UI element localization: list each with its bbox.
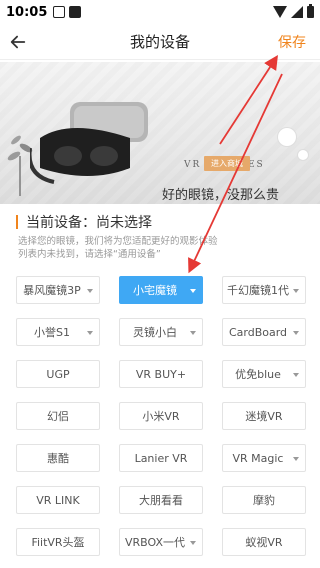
device-option-label: 小宅魔镜 <box>133 284 177 297</box>
battery-icon <box>307 4 314 18</box>
wifi-icon <box>273 6 287 18</box>
page-title: 我的设备 <box>129 33 190 51</box>
status-bar: 10:05 <box>0 0 320 24</box>
device-option-label: VRBOX一代 <box>124 536 185 549</box>
device-option-label: 幻侣 <box>47 410 69 423</box>
device-grid: 暴风魔镜3P 小宅魔镜 千幻魔镜1代小誉S1 灵镜小白 CardBoard UGP VR B… <box>16 276 306 568</box>
status-time: 10:05 <box>6 4 48 20</box>
device-option[interactable]: 千幻魔镜1代 <box>222 276 306 304</box>
device-option[interactable]: FiitVR头盔 <box>16 528 100 556</box>
current-device-title: 当前设备：尚未选择 <box>26 215 152 231</box>
caret-down-icon[interactable] <box>293 331 299 335</box>
section-accent-bar <box>16 215 18 229</box>
device-row: 惠酷 Lanier VR VR Magic <box>16 444 306 472</box>
promo-banner[interactable]: VR GLASSES 好的眼镜，没那么贵 <box>0 62 320 204</box>
device-option-label: 优免blue <box>235 368 281 381</box>
caret-down-icon[interactable] <box>293 289 299 293</box>
device-row: FiitVR头盔 VRBOX一代 蚁视VR <box>16 528 306 556</box>
device-row: VR LINK 大朋看看 摩豹 <box>16 486 306 514</box>
device-option[interactable]: 幻侣 <box>16 402 100 430</box>
device-option[interactable]: 大朋看看 <box>119 486 203 514</box>
back-button[interactable] <box>0 24 36 60</box>
device-option-label: 小誉S1 <box>34 326 70 339</box>
device-option-label: VR Magic <box>232 451 284 465</box>
device-option[interactable]: 摩豹 <box>222 486 306 514</box>
device-option[interactable]: 灵镜小白 <box>119 318 203 346</box>
device-option-label: Lanier VR <box>134 451 188 465</box>
caret-down-icon[interactable] <box>293 457 299 461</box>
device-row: 小誉S1 灵镜小白 CardBoard <box>16 318 306 346</box>
decoration-bubble <box>298 150 308 160</box>
device-option-label: FiitVR头盔 <box>31 536 85 549</box>
device-row: 幻侣 小米VR 迷境VR <box>16 402 306 430</box>
app-header: 我的设备 保存 <box>0 24 320 60</box>
decoration-bubble <box>278 128 296 146</box>
current-device-section: 当前设备：尚未选择 选择您的眼镜，我们将为您适配更好的观影体验 列表内未找到，请… <box>0 204 320 261</box>
signal-icon <box>291 6 303 18</box>
device-option-label: 惠酷 <box>47 452 69 465</box>
device-option-label: VR BUY+ <box>135 367 187 381</box>
device-option-label: UGP <box>46 367 70 381</box>
current-device-desc: 选择您的眼镜，我们将为您适配更好的观影体验 列表内未找到，请选择“通用设备” <box>18 236 218 260</box>
caret-down-icon[interactable] <box>87 289 93 293</box>
device-option[interactable]: CardBoard <box>222 318 306 346</box>
device-option[interactable]: VR BUY+ <box>119 360 203 388</box>
notification-icon <box>53 6 66 18</box>
device-row: 暴风魔镜3P 小宅魔镜 千幻魔镜1代 <box>16 276 306 304</box>
device-option[interactable]: 小誉S1 <box>16 318 100 346</box>
device-option[interactable]: 蚁视VR <box>222 528 306 556</box>
enter-mall-button[interactable]: 进入商城 <box>204 156 250 171</box>
back-arrow-icon <box>10 35 26 48</box>
device-option-label: CardBoard <box>228 325 288 339</box>
device-option-label: VR LINK <box>36 493 80 507</box>
device-option[interactable]: 优免blue <box>222 360 306 388</box>
device-option-label: 灵镜小白 <box>133 326 177 339</box>
device-option[interactable]: 迷境VR <box>222 402 306 430</box>
caret-down-icon[interactable] <box>190 289 196 293</box>
banner-slogan: 好的眼镜，没那么贵 <box>162 188 280 203</box>
app-notification-icon <box>69 6 82 18</box>
device-option-label: 蚁视VR <box>245 536 283 549</box>
device-row: UGP VR BUY+ 优免blue <box>16 360 306 388</box>
device-option[interactable]: 暴风魔镜3P <box>16 276 100 304</box>
device-option-label: 暴风魔镜3P <box>23 284 81 297</box>
device-option[interactable]: 小宅魔镜 <box>119 276 203 304</box>
device-option-label: 小米VR <box>142 410 180 423</box>
device-option-label: 迷境VR <box>245 410 283 423</box>
save-button[interactable]: 保存 <box>278 32 306 52</box>
device-option[interactable]: VRBOX一代 <box>119 528 203 556</box>
device-option[interactable]: Lanier VR <box>119 444 203 472</box>
device-option[interactable]: UGP <box>16 360 100 388</box>
device-option-label: 千幻魔镜1代 <box>227 284 289 297</box>
device-option-label: 大朋看看 <box>139 494 183 507</box>
caret-down-icon[interactable] <box>190 331 196 335</box>
device-option[interactable]: 小米VR <box>119 402 203 430</box>
device-option[interactable]: VR LINK <box>16 486 100 514</box>
device-option[interactable]: VR Magic <box>222 444 306 472</box>
caret-down-icon[interactable] <box>87 331 93 335</box>
device-option[interactable]: 惠酷 <box>16 444 100 472</box>
vr-headset-icon <box>30 102 148 184</box>
caret-down-icon[interactable] <box>190 541 196 545</box>
device-option-label: 摩豹 <box>253 494 275 507</box>
caret-down-icon[interactable] <box>293 373 299 377</box>
